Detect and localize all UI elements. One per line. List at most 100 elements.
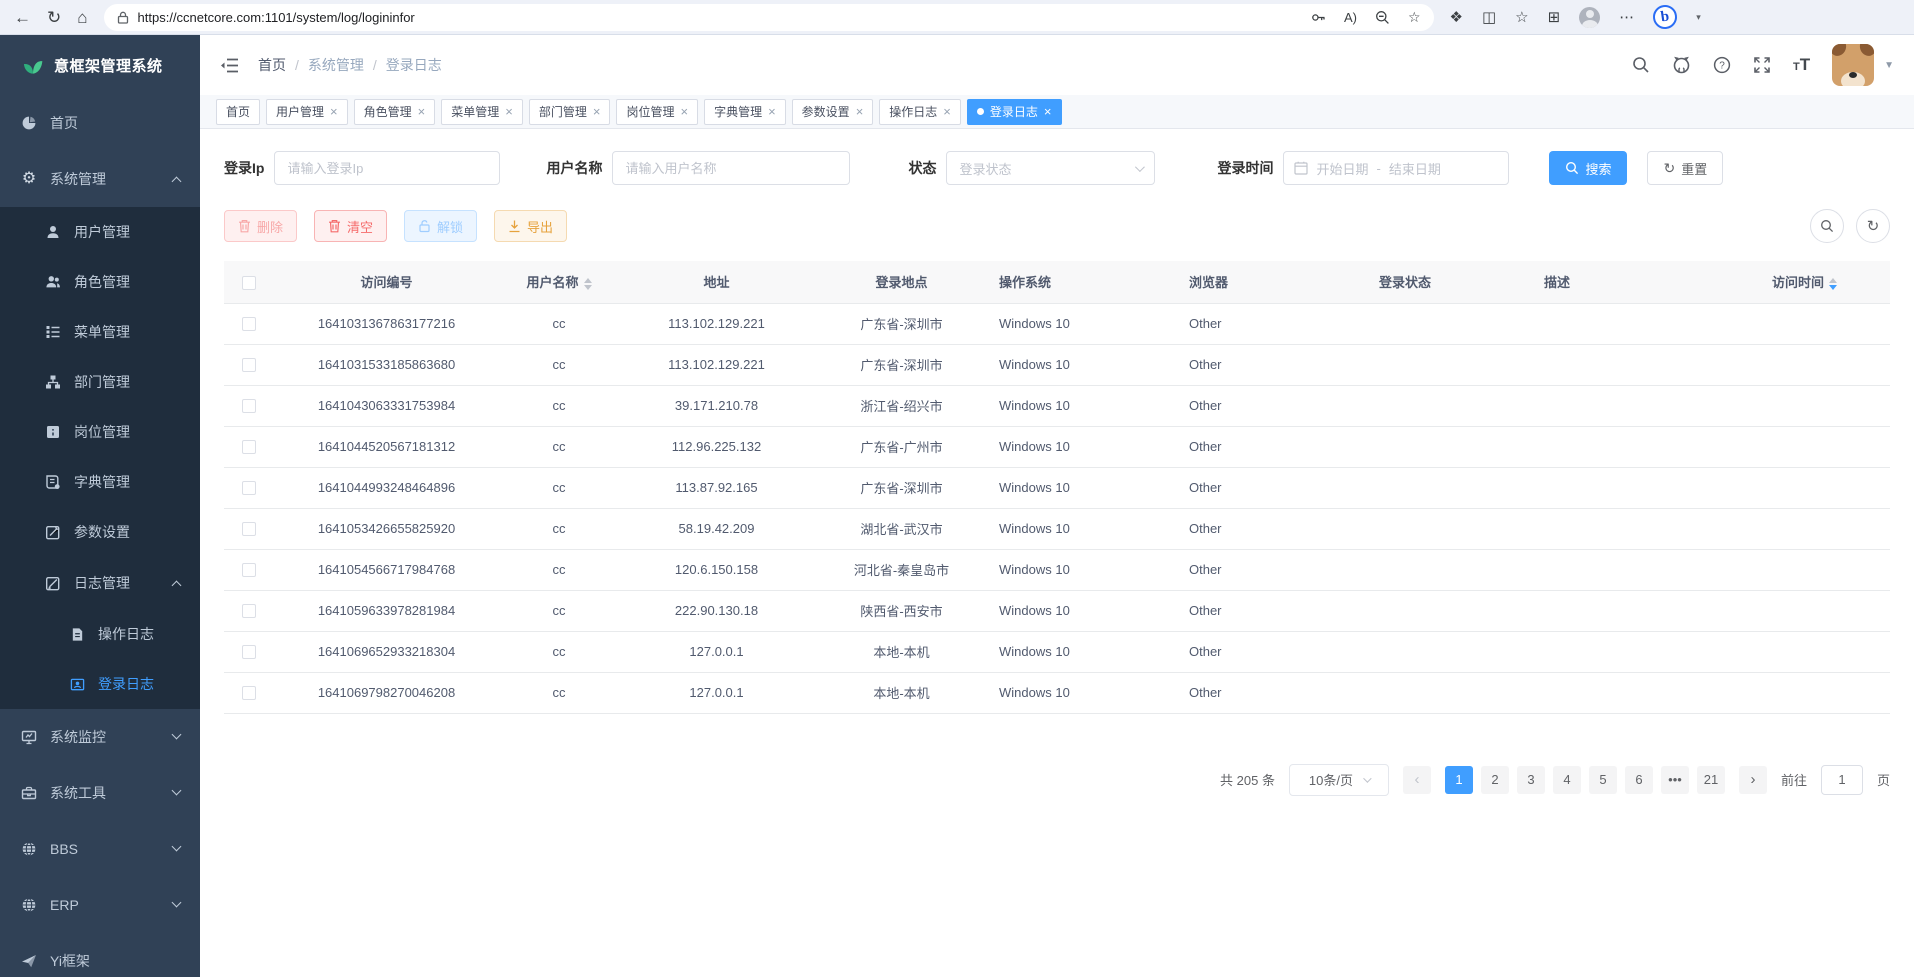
delete-button[interactable]: 删除 <box>224 210 297 242</box>
next-page-button[interactable]: › <box>1739 766 1767 794</box>
row-checkbox[interactable] <box>242 481 256 495</box>
bing-copilot-icon[interactable]: b <box>1652 3 1679 30</box>
goto-page-input[interactable] <box>1821 765 1863 795</box>
close-tab-icon[interactable]: × <box>418 105 426 118</box>
sidebar-item-roles[interactable]: 角色管理 <box>0 257 200 307</box>
status-select[interactable]: 登录状态 <box>946 151 1155 185</box>
date-range-input[interactable]: 开始日期 - 结束日期 <box>1283 151 1509 185</box>
close-tab-icon[interactable]: × <box>505 105 513 118</box>
export-button[interactable]: 导出 <box>494 210 567 242</box>
tab[interactable]: 字典管理 × <box>704 99 786 125</box>
browser-profile-avatar[interactable] <box>1579 7 1600 28</box>
user-avatar[interactable] <box>1832 44 1874 86</box>
table-row[interactable]: 1641054566717984768 cc 120.6.150.158 河北省… <box>224 549 1890 590</box>
sidebar-item-erp[interactable]: ERP <box>0 877 200 933</box>
col-visit-time[interactable]: 访问时间 <box>1719 261 1890 303</box>
font-size-icon[interactable]: TT <box>1793 55 1810 75</box>
zoom-out-icon[interactable] <box>1375 10 1390 25</box>
avatar-caret-icon[interactable]: ▼ <box>1884 60 1894 71</box>
toggle-search-button[interactable] <box>1810 209 1844 243</box>
table-row[interactable]: 1641069798270046208 cc 127.0.0.1 本地-本机 W… <box>224 672 1890 713</box>
prev-page-button[interactable]: ‹ <box>1403 766 1431 794</box>
row-checkbox[interactable] <box>242 686 256 700</box>
sidebar-item-dict[interactable]: 字典管理 <box>0 457 200 507</box>
ip-input[interactable] <box>274 151 500 185</box>
page-size-select[interactable]: 10条/页 <box>1289 764 1389 796</box>
split-screen-icon[interactable]: ◫ <box>1482 8 1496 26</box>
tab[interactable]: 部门管理 × <box>529 99 611 125</box>
refresh-icon[interactable]: ↻ <box>47 9 61 26</box>
sidebar-item-monitor[interactable]: 系统监控 <box>0 709 200 765</box>
sidebar-item-depts[interactable]: 部门管理 <box>0 357 200 407</box>
fullscreen-icon[interactable] <box>1753 56 1771 74</box>
tab[interactable]: 操作日志 × <box>879 99 961 125</box>
row-checkbox[interactable] <box>242 604 256 618</box>
table-row[interactable]: 1641031533185863680 cc 113.102.129.221 广… <box>224 344 1890 385</box>
header-search-icon[interactable] <box>1632 56 1650 74</box>
menu-fold-icon[interactable] <box>220 57 240 74</box>
tab[interactable]: 用户管理 × <box>266 99 348 125</box>
close-tab-icon[interactable]: × <box>593 105 601 118</box>
tab[interactable]: 首页 × <box>216 99 260 125</box>
page-button[interactable]: 6 <box>1625 766 1653 794</box>
table-row[interactable]: 1641069652933218304 cc 127.0.0.1 本地-本机 W… <box>224 631 1890 672</box>
table-row[interactable]: 1641053426655825920 cc 58.19.42.209 湖北省-… <box>224 508 1890 549</box>
address-bar[interactable]: https://ccnetcore.com:1101/system/log/lo… <box>104 4 1434 31</box>
clear-button[interactable]: 清空 <box>314 210 387 242</box>
row-checkbox[interactable] <box>242 399 256 413</box>
sidebar-item-logs[interactable]: 日志管理 <box>0 557 200 609</box>
col-user-name[interactable]: 用户名称 <box>499 261 619 303</box>
github-icon[interactable] <box>1672 56 1691 74</box>
read-aloud-icon[interactable]: A) <box>1344 10 1357 25</box>
breadcrumb-system[interactable]: 系统管理 <box>308 55 364 75</box>
page-button[interactable]: ••• <box>1661 766 1689 794</box>
row-checkbox[interactable] <box>242 522 256 536</box>
sidebar-item-menus[interactable]: 菜单管理 <box>0 307 200 357</box>
close-tab-icon[interactable]: × <box>856 105 864 118</box>
home-icon[interactable]: ⌂ <box>77 9 87 26</box>
sidebar-item-yi-framework[interactable]: Yi框架 <box>0 933 200 977</box>
tab[interactable]: 角色管理 × <box>354 99 436 125</box>
row-checkbox[interactable] <box>242 358 256 372</box>
page-button[interactable]: 1 <box>1445 766 1473 794</box>
close-tab-icon[interactable]: × <box>768 105 776 118</box>
url-text[interactable]: https://ccnetcore.com:1101/system/log/lo… <box>138 10 1302 25</box>
reset-button[interactable]: ↻ 重置 <box>1647 151 1723 185</box>
row-checkbox[interactable] <box>242 645 256 659</box>
search-button[interactable]: 搜索 <box>1549 151 1627 185</box>
row-checkbox[interactable] <box>242 563 256 577</box>
sort-icon-active[interactable] <box>1829 278 1837 290</box>
sidebar-item-tools[interactable]: 系统工具 <box>0 765 200 821</box>
table-row[interactable]: 1641043063331753984 cc 39.171.210.78 浙江省… <box>224 385 1890 426</box>
breadcrumb-home[interactable]: 首页 <box>258 55 286 75</box>
table-row[interactable]: 1641031367863177216 cc 113.102.129.221 广… <box>224 303 1890 344</box>
row-checkbox[interactable] <box>242 317 256 331</box>
table-row[interactable]: 1641044993248464896 cc 113.87.92.165 广东省… <box>224 467 1890 508</box>
page-button[interactable]: 5 <box>1589 766 1617 794</box>
unlock-button[interactable]: 解锁 <box>404 210 477 242</box>
tab[interactable]: 岗位管理 × <box>616 99 698 125</box>
refresh-table-button[interactable]: ↻ <box>1856 209 1890 243</box>
sidebar-item-login-log[interactable]: 登录日志 <box>0 659 200 709</box>
page-button[interactable]: 21 <box>1697 766 1725 794</box>
page-button[interactable]: 4 <box>1553 766 1581 794</box>
add-favorite-icon[interactable]: ☆ <box>1408 9 1421 26</box>
table-row[interactable]: 1641059633978281984 cc 222.90.130.18 陕西省… <box>224 590 1890 631</box>
extensions-icon[interactable]: ❖ <box>1450 8 1463 26</box>
row-checkbox[interactable] <box>242 440 256 454</box>
tab[interactable]: 菜单管理 × <box>441 99 523 125</box>
help-icon[interactable]: ? <box>1713 56 1731 74</box>
sidebar-item-system[interactable]: ⚙ 系统管理 <box>0 151 200 207</box>
favorites-bar-icon[interactable]: ☆ <box>1515 8 1528 26</box>
sidebar-item-bbs[interactable]: BBS <box>0 821 200 877</box>
browser-more-icon[interactable]: ⋯ <box>1619 8 1634 26</box>
tab[interactable]: 登录日志 × <box>967 99 1062 125</box>
table-row[interactable]: 1641044520567181312 cc 112.96.225.132 广东… <box>224 426 1890 467</box>
close-tab-icon[interactable]: × <box>1044 105 1052 118</box>
select-all-checkbox[interactable] <box>242 276 256 290</box>
sort-icon[interactable] <box>584 278 592 290</box>
page-button[interactable]: 2 <box>1481 766 1509 794</box>
sidebar-item-users[interactable]: 用户管理 <box>0 207 200 257</box>
page-button[interactable]: 3 <box>1517 766 1545 794</box>
close-tab-icon[interactable]: × <box>943 105 951 118</box>
